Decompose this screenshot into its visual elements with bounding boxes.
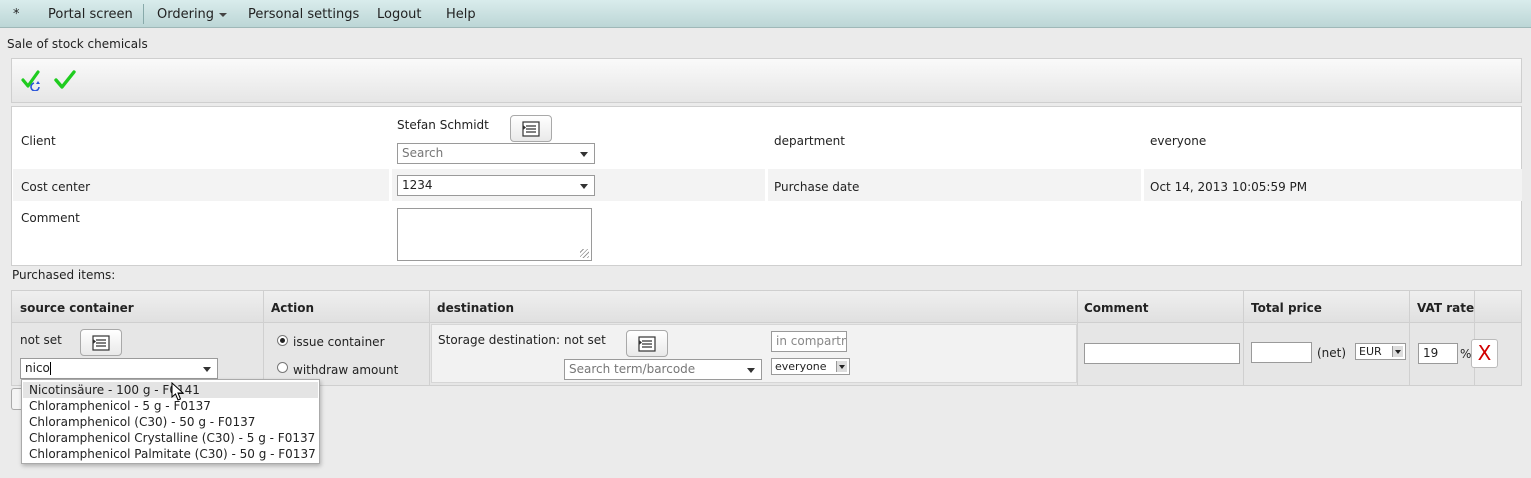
comment-label: Comment	[21, 211, 80, 225]
cell-separator	[765, 169, 768, 201]
client-search-placeholder: Search	[402, 146, 444, 160]
chevron-down-icon	[1392, 346, 1403, 357]
col-vat-rate: VAT rate	[1417, 301, 1475, 315]
item-comment-input[interactable]	[1084, 343, 1240, 364]
compartment-input[interactable]: in compartment	[771, 331, 847, 352]
list-picker-icon	[638, 336, 656, 352]
suggestion-item[interactable]: Chloramphenicol Crystalline (C30) - 5 g …	[23, 430, 318, 446]
column-separator	[1474, 291, 1475, 385]
group-value: everyone	[775, 360, 827, 373]
source-search-value: nico	[25, 361, 50, 375]
cost-center-label: Cost center	[21, 180, 91, 194]
suggestion-item[interactable]: Chloramphenicol Palmitate (C30) - 50 g -…	[23, 446, 318, 462]
department-label: department	[774, 134, 845, 148]
vat-unit: %	[1460, 347, 1472, 361]
source-status: not set	[20, 333, 62, 347]
client-name: Stefan Schmidt	[397, 118, 489, 132]
source-search-select[interactable]: nico	[20, 358, 218, 379]
col-action: Action	[271, 301, 315, 315]
comment-textarea[interactable]	[397, 208, 592, 261]
total-price-input[interactable]	[1251, 342, 1312, 363]
issue-container-radio[interactable]	[277, 335, 288, 346]
purchase-date-label: Purchase date	[774, 180, 860, 194]
chevron-down-icon	[580, 152, 588, 157]
menu-logout[interactable]: Logout	[377, 7, 422, 22]
col-destination: destination	[437, 301, 514, 315]
group-select[interactable]: everyone	[771, 358, 850, 375]
text-caret	[49, 362, 51, 375]
list-picker-icon	[92, 335, 110, 351]
cost-center-select[interactable]: 1234	[397, 175, 595, 196]
cell-separator	[1141, 169, 1144, 201]
check-icon[interactable]	[54, 69, 76, 91]
menu-help[interactable]: Help	[446, 7, 476, 22]
currency-select[interactable]: EUR	[1355, 343, 1406, 360]
destination-panel: Storage destination: not set Search term…	[431, 324, 1077, 383]
column-separator	[1243, 291, 1244, 385]
col-comment: Comment	[1084, 301, 1149, 315]
destination-search-select[interactable]: Search term/barcode	[564, 359, 762, 380]
column-separator	[1409, 291, 1410, 385]
source-picker-button[interactable]	[80, 329, 122, 356]
chevron-down-icon	[219, 12, 228, 17]
purchased-items-label: Purchased items:	[12, 268, 116, 282]
menu-separator	[143, 4, 144, 24]
table-header: source container Action destination Comm…	[12, 291, 1521, 323]
menu-personal-settings[interactable]: Personal settings	[248, 7, 359, 22]
menu-portal-screen[interactable]: Portal screen	[48, 7, 133, 22]
remove-item-button[interactable]: X	[1471, 339, 1498, 368]
column-separator	[429, 291, 430, 385]
menu-bar: * Portal screen Ordering Personal settin…	[0, 0, 1531, 28]
menu-ordering[interactable]: Ordering	[157, 7, 228, 22]
chevron-down-icon	[747, 368, 755, 373]
client-search-select[interactable]: Search	[397, 143, 595, 164]
col-total-price: Total price	[1251, 301, 1322, 315]
check-refresh-icon[interactable]	[21, 69, 43, 91]
cell-separator	[389, 169, 392, 201]
client-label: Client	[21, 134, 56, 148]
vat-rate-input[interactable]: 19	[1418, 343, 1458, 364]
storage-destination-status: not set	[564, 333, 606, 347]
withdraw-amount-radio[interactable]	[277, 362, 288, 373]
chevron-down-icon	[836, 361, 847, 372]
department-value: everyone	[1150, 134, 1207, 148]
cost-center-value: 1234	[402, 178, 433, 192]
purchase-date-value: Oct 14, 2013 10:05:59 PM	[1150, 180, 1308, 194]
mouse-pointer-icon	[171, 382, 185, 401]
resize-grip-icon[interactable]	[580, 249, 589, 258]
client-picker-button[interactable]	[510, 115, 552, 142]
list-picker-icon	[522, 121, 540, 137]
suggestion-item[interactable]: Chloramphenicol (C30) - 50 g - F0137	[23, 414, 318, 430]
currency-value: EUR	[1359, 345, 1382, 358]
chevron-down-icon	[203, 367, 211, 372]
toolbar	[11, 58, 1522, 103]
destination-search-placeholder: Search term/barcode	[569, 362, 696, 376]
sale-form: Client Stefan Schmidt Search department …	[11, 106, 1522, 266]
column-separator	[263, 291, 264, 385]
issue-container-label: issue container	[293, 335, 385, 349]
storage-destination-label: Storage destination:	[438, 333, 561, 347]
menu-star[interactable]: *	[13, 7, 20, 22]
page-title: Sale of stock chemicals	[7, 37, 148, 51]
storage-picker-button[interactable]	[626, 330, 668, 357]
menu-ordering-label: Ordering	[157, 7, 215, 22]
withdraw-amount-label: withdraw amount	[293, 363, 399, 377]
net-label: (net)	[1317, 346, 1347, 360]
col-source-container: source container	[20, 301, 134, 315]
purchased-items-table: source container Action destination Comm…	[11, 290, 1522, 386]
column-separator	[1077, 291, 1078, 385]
chevron-down-icon	[580, 184, 588, 189]
